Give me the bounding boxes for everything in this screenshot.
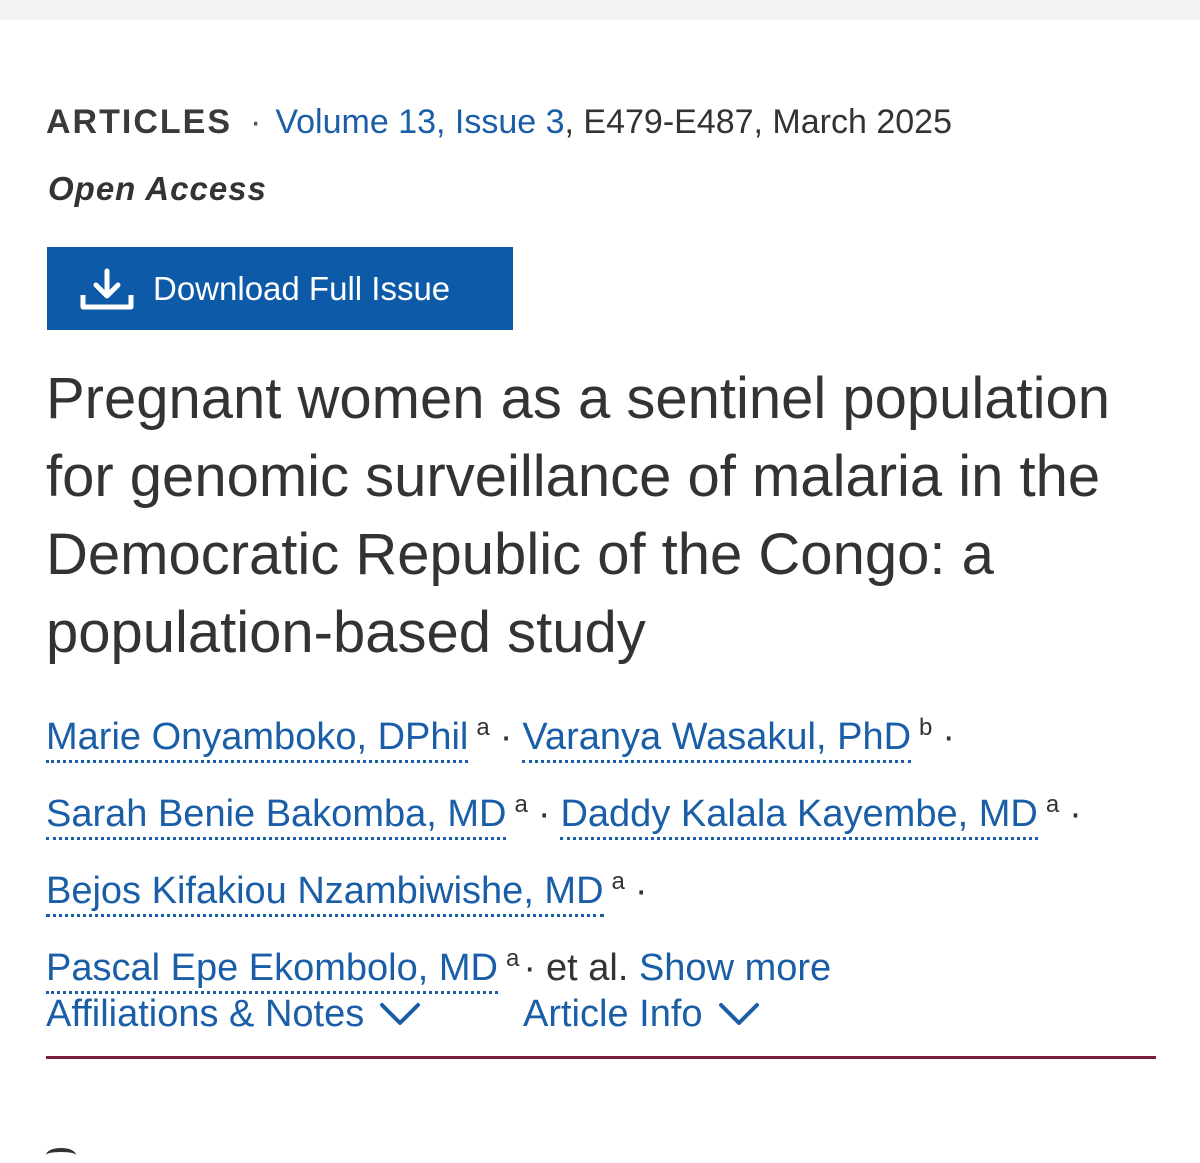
- author-list: Marie Onyamboko, DPhil a · Varanya Wasakul,…: [46, 694, 1166, 1002]
- browser-top-bar: [0, 0, 1200, 20]
- affiliation-marker: a: [505, 945, 520, 972]
- author-link[interactable]: Marie Onyamboko, DPhil: [46, 716, 469, 763]
- article-category: ARTICLES: [46, 103, 232, 141]
- author-separator: ·: [537, 793, 551, 835]
- tab-affiliations-notes[interactable]: Affiliations & Notes: [46, 988, 422, 1040]
- download-icon: [79, 267, 135, 311]
- download-full-issue-button[interactable]: Download Full Issue: [47, 247, 513, 330]
- article-tabs: Affiliations & Notes Article Info: [46, 988, 1156, 1059]
- affiliation-marker: a: [514, 791, 528, 818]
- tab-label: Article Info: [523, 993, 703, 1035]
- author-link[interactable]: Sarah Benie Bakomba, MD: [46, 793, 507, 840]
- next-section-heading-peek: [46, 1148, 76, 1162]
- author-separator: ·: [1069, 793, 1082, 835]
- download-button-label: Download Full Issue: [153, 269, 451, 307]
- author-separator: ·: [499, 716, 513, 758]
- affiliation-marker: a: [611, 868, 625, 895]
- meta-separator: ·: [250, 103, 262, 141]
- affiliation-marker: a: [476, 714, 490, 741]
- article-meta-line: ARTICLES · Volume 13, Issue 3, E479-E487, …: [46, 100, 952, 144]
- author-link[interactable]: Bejos Kifakiou Nzambiwishe, MD: [46, 870, 604, 917]
- tab-article-info[interactable]: Article Info: [523, 988, 761, 1040]
- author-separator: ·: [634, 870, 648, 912]
- author-separator: ·: [523, 947, 536, 989]
- author-separator: ·: [942, 716, 956, 758]
- open-access-label: Open Access: [48, 170, 267, 207]
- author-link[interactable]: Varanya Wasakul, PhD: [522, 716, 912, 763]
- volume-issue-link[interactable]: Volume 13, Issue 3: [275, 103, 564, 141]
- author-link[interactable]: Pascal Epe Ekombolo, MD: [46, 947, 498, 994]
- chevron-down-icon: [378, 999, 422, 1029]
- show-more-link[interactable]: Show more: [639, 947, 831, 989]
- affiliation-marker: a: [1045, 791, 1060, 818]
- article-title: Pregnant women as a sentinel population …: [46, 366, 1111, 665]
- tab-label: Affiliations & Notes: [46, 993, 365, 1035]
- pages-date: , E479-E487, March 2025: [564, 103, 952, 141]
- author-link[interactable]: Daddy Kalala Kayembe, MD: [560, 793, 1038, 840]
- chevron-down-icon: [717, 999, 761, 1029]
- et-al-text: et al.: [546, 947, 629, 989]
- affiliation-marker: b: [919, 714, 933, 741]
